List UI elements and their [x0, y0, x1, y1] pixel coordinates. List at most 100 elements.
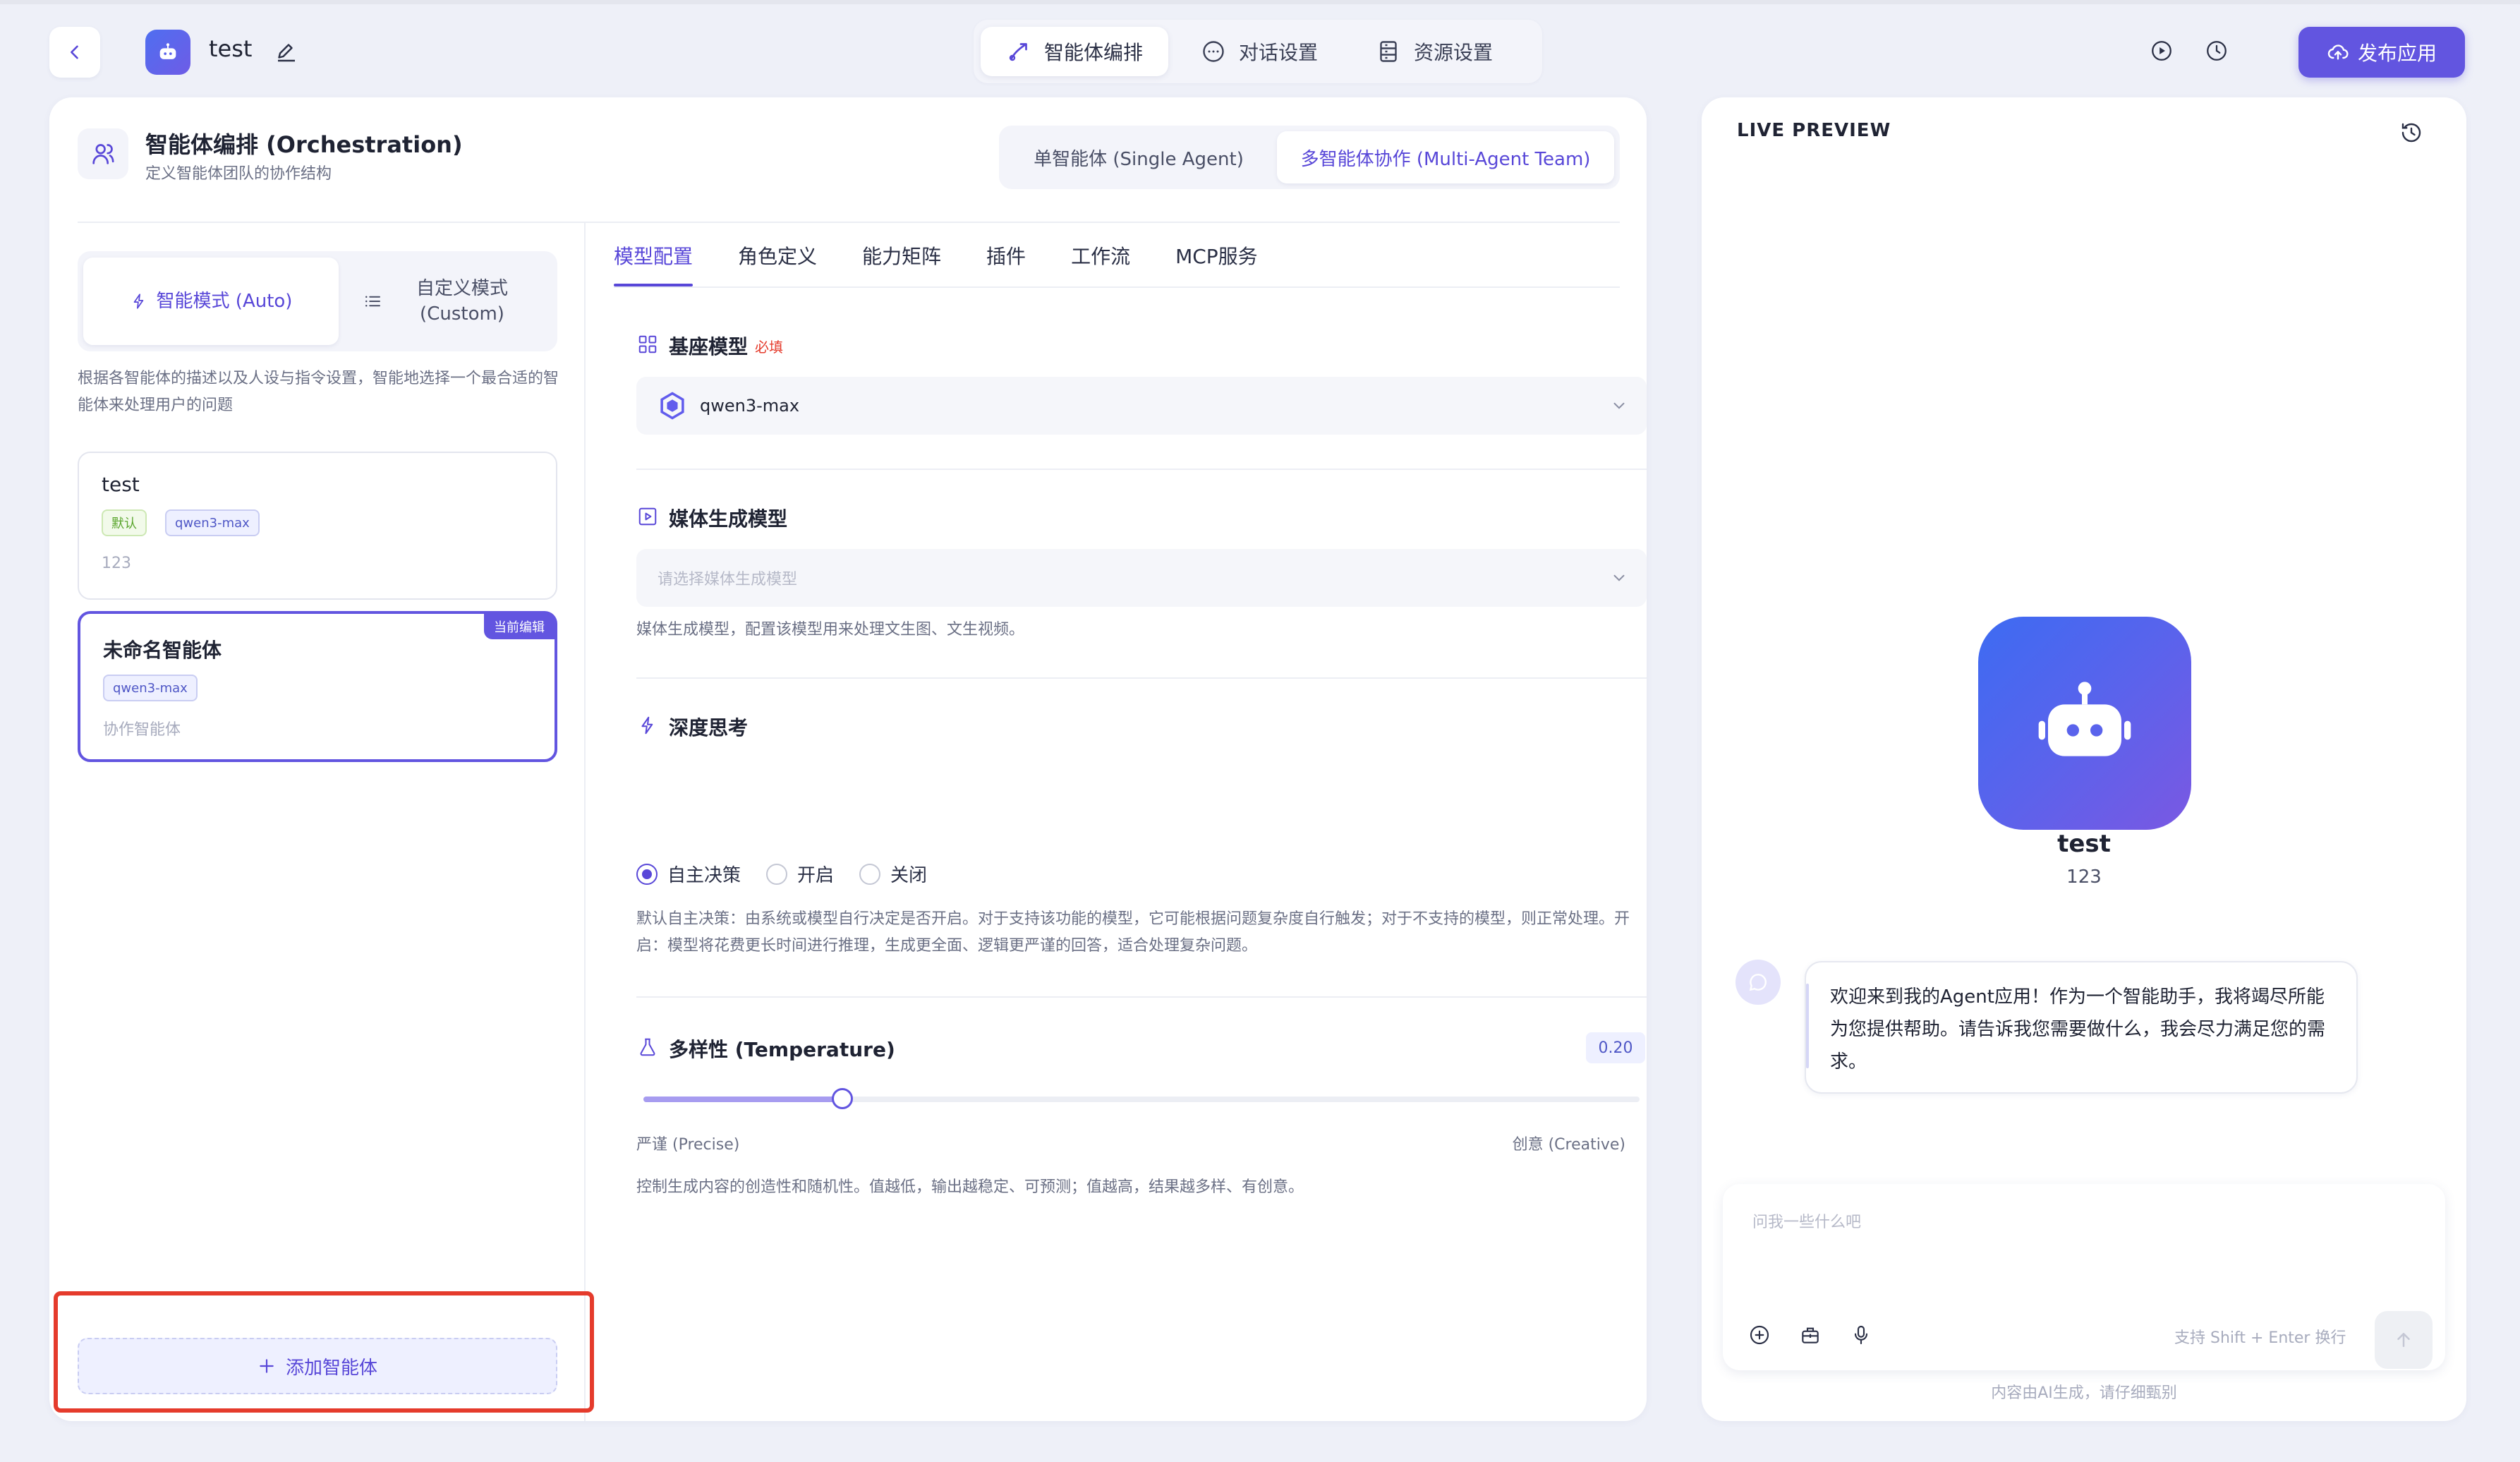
- chevron-down-icon: [1613, 574, 1625, 581]
- radio-disable[interactable]: 关闭: [859, 861, 927, 887]
- media-model-placeholder: 请选择媒体生成模型: [658, 571, 798, 588]
- section-separator: [636, 996, 1647, 998]
- agent-card-current[interactable]: 当前编辑 未命名智能体 qwen3-max 协作智能体: [78, 611, 557, 762]
- radio-enable[interactable]: 开启: [766, 861, 834, 887]
- publish-label: 发布应用: [2357, 42, 2437, 65]
- add-agent-label: 添加智能体: [285, 1357, 377, 1379]
- publish-button[interactable]: 发布应用: [2298, 27, 2465, 78]
- back-button[interactable]: [49, 27, 100, 78]
- default-tag: 默认: [102, 509, 147, 536]
- lightning-icon: [133, 294, 143, 309]
- orchestration-icon: [1009, 43, 1027, 61]
- agent-card[interactable]: test 默认 qwen3-max 123: [78, 452, 557, 600]
- section-separator: [636, 677, 1647, 679]
- chevron-down-icon: [1613, 402, 1625, 409]
- chat-settings-icon: [1203, 41, 1224, 62]
- run-preview-icon[interactable]: [2145, 34, 2179, 68]
- temperature-label: 多样性 (Temperature): [669, 1038, 895, 1061]
- reset-history-icon[interactable]: [2399, 120, 2424, 145]
- custom-mode-label: 自定义模式: [416, 277, 508, 299]
- bot-mini-avatar: [1735, 960, 1781, 1005]
- deep-thinking-options: 自主决策 开启 关闭: [636, 861, 927, 887]
- single-agent-tab[interactable]: 单智能体 (Single Agent): [1005, 131, 1273, 183]
- model-tag: qwen3-max: [103, 675, 198, 701]
- bot-message-icon: [1749, 974, 1767, 991]
- base-model-value: qwen3-max: [700, 396, 800, 416]
- base-model-label: 基座模型 必填: [669, 332, 783, 360]
- ai-generated-notice: 内容由AI生成，请仔细甄别: [1991, 1384, 2177, 1402]
- media-model-select[interactable]: 请选择媒体生成模型: [636, 549, 1647, 607]
- model-tag: qwen3-max: [165, 509, 260, 536]
- video-icon: [636, 505, 659, 528]
- current-editing-badge: 当前编辑: [484, 614, 555, 639]
- column-divider: [584, 223, 586, 1421]
- tab-mcp-service[interactable]: MCP服务: [1175, 237, 1258, 286]
- toolbox-icon[interactable]: [1798, 1322, 1823, 1348]
- chat-input-placeholder: 问我一些什么吧: [1752, 1214, 1862, 1231]
- add-agent-button[interactable]: 添加智能体: [78, 1338, 557, 1394]
- preview-title: LIVE PREVIEW: [1737, 120, 1891, 141]
- tab-orchestration[interactable]: 智能体编排: [981, 27, 1169, 76]
- sub-tabs-divider: [614, 286, 1620, 288]
- cloud-upload-icon: [2327, 44, 2349, 60]
- radio-label: 关闭: [890, 865, 928, 886]
- tab-resource-settings-label: 资源设置: [1414, 41, 1494, 64]
- config-sub-tabs: 模型配置 角色定义 能力矩阵 插件 工作流 MCP服务: [614, 237, 1258, 286]
- orchestration-subtitle: 定义智能体团队的协作结构: [145, 165, 332, 183]
- grid-icon: [636, 333, 659, 356]
- radio-auto-decide[interactable]: 自主决策: [636, 861, 741, 887]
- arrow-up-icon: [2397, 1333, 2410, 1347]
- qwen-logo-icon: [660, 392, 684, 420]
- send-button[interactable]: [2375, 1311, 2433, 1369]
- tab-role-definition[interactable]: 角色定义: [738, 237, 817, 286]
- lightning-icon: [636, 714, 659, 737]
- deep-thinking-description: 默认自主决策：由系统或模型自行决定是否开启。对于支持该功能的模型，它可能根据问题…: [636, 910, 1630, 955]
- radio-button: [766, 863, 788, 885]
- agent-mode-switch: 单智能体 (Single Agent) 多智能体协作 (Multi-Agent …: [999, 126, 1620, 189]
- temperature-slider[interactable]: [643, 1088, 1640, 1109]
- add-attachment-icon[interactable]: [1747, 1322, 1772, 1348]
- tab-capability-matrix[interactable]: 能力矩阵: [862, 237, 941, 286]
- slider-max-label: 创意 (Creative): [1512, 1136, 1625, 1154]
- microphone-icon[interactable]: [1848, 1322, 1874, 1348]
- header-divider: [78, 222, 1620, 223]
- strategy-description: 根据各智能体的描述以及人设与指令设置，智能地选择一个最合适的智能体来处理用户的问…: [78, 370, 559, 414]
- robot-icon: [2038, 682, 2131, 756]
- base-model-select[interactable]: qwen3-max: [636, 377, 1647, 435]
- slider-thumb[interactable]: [832, 1088, 854, 1109]
- custom-mode-sublabel: (Custom): [420, 303, 504, 325]
- bot-avatar: [1978, 617, 2191, 830]
- history-icon[interactable]: [2200, 34, 2234, 68]
- tab-resource-settings[interactable]: 资源设置: [1350, 27, 1518, 76]
- bot-description: 123: [2066, 866, 2102, 888]
- tab-chat-settings[interactable]: 对话设置: [1175, 27, 1343, 76]
- edit-name-icon[interactable]: [274, 40, 299, 65]
- custom-mode-tab[interactable]: 自定义模式 (Custom): [343, 258, 552, 345]
- multi-agent-tab[interactable]: 多智能体协作 (Multi-Agent Team): [1277, 131, 1614, 183]
- base-model-title: 基座模型: [669, 335, 749, 358]
- tab-plugins[interactable]: 插件: [986, 237, 1026, 286]
- list-icon: [365, 296, 380, 307]
- orchestration-panel: 智能体编排 (Orchestration) 定义智能体团队的协作结构 单智能体 …: [49, 97, 1647, 1421]
- agent-name: 未命名智能体: [103, 639, 222, 662]
- orchestration-title: 智能体编排 (Orchestration): [145, 131, 463, 158]
- welcome-message: 欢迎来到我的Agent应用！作为一个智能助手，我将竭尽所能为您提供帮助。请告诉我…: [1805, 961, 2358, 1094]
- radio-label: 开启: [797, 865, 835, 886]
- users-icon: [92, 144, 114, 164]
- routing-strategy-switch: 智能模式 (Auto) 自定义模式 (Custom): [78, 251, 557, 351]
- auto-mode-tab[interactable]: 智能模式 (Auto): [83, 258, 339, 345]
- agent-name: test: [102, 473, 140, 496]
- auto-mode-label: 智能模式 (Auto): [156, 290, 293, 312]
- tab-workflow[interactable]: 工作流: [1071, 237, 1130, 286]
- tab-model-config[interactable]: 模型配置: [614, 237, 693, 286]
- orchestration-header-icon: [78, 128, 128, 179]
- tab-chat-settings-label: 对话设置: [1239, 41, 1319, 64]
- robot-icon: [159, 43, 176, 59]
- resource-settings-icon: [1380, 41, 1397, 62]
- chat-input-box[interactable]: 问我一些什么吧 支持 Shift + Enter 换行: [1723, 1184, 2445, 1370]
- app-avatar: [145, 30, 190, 75]
- section-separator: [636, 469, 1647, 470]
- radio-label: 自主决策: [667, 865, 741, 886]
- flask-icon: [636, 1036, 659, 1058]
- bot-name: test: [2057, 830, 2111, 858]
